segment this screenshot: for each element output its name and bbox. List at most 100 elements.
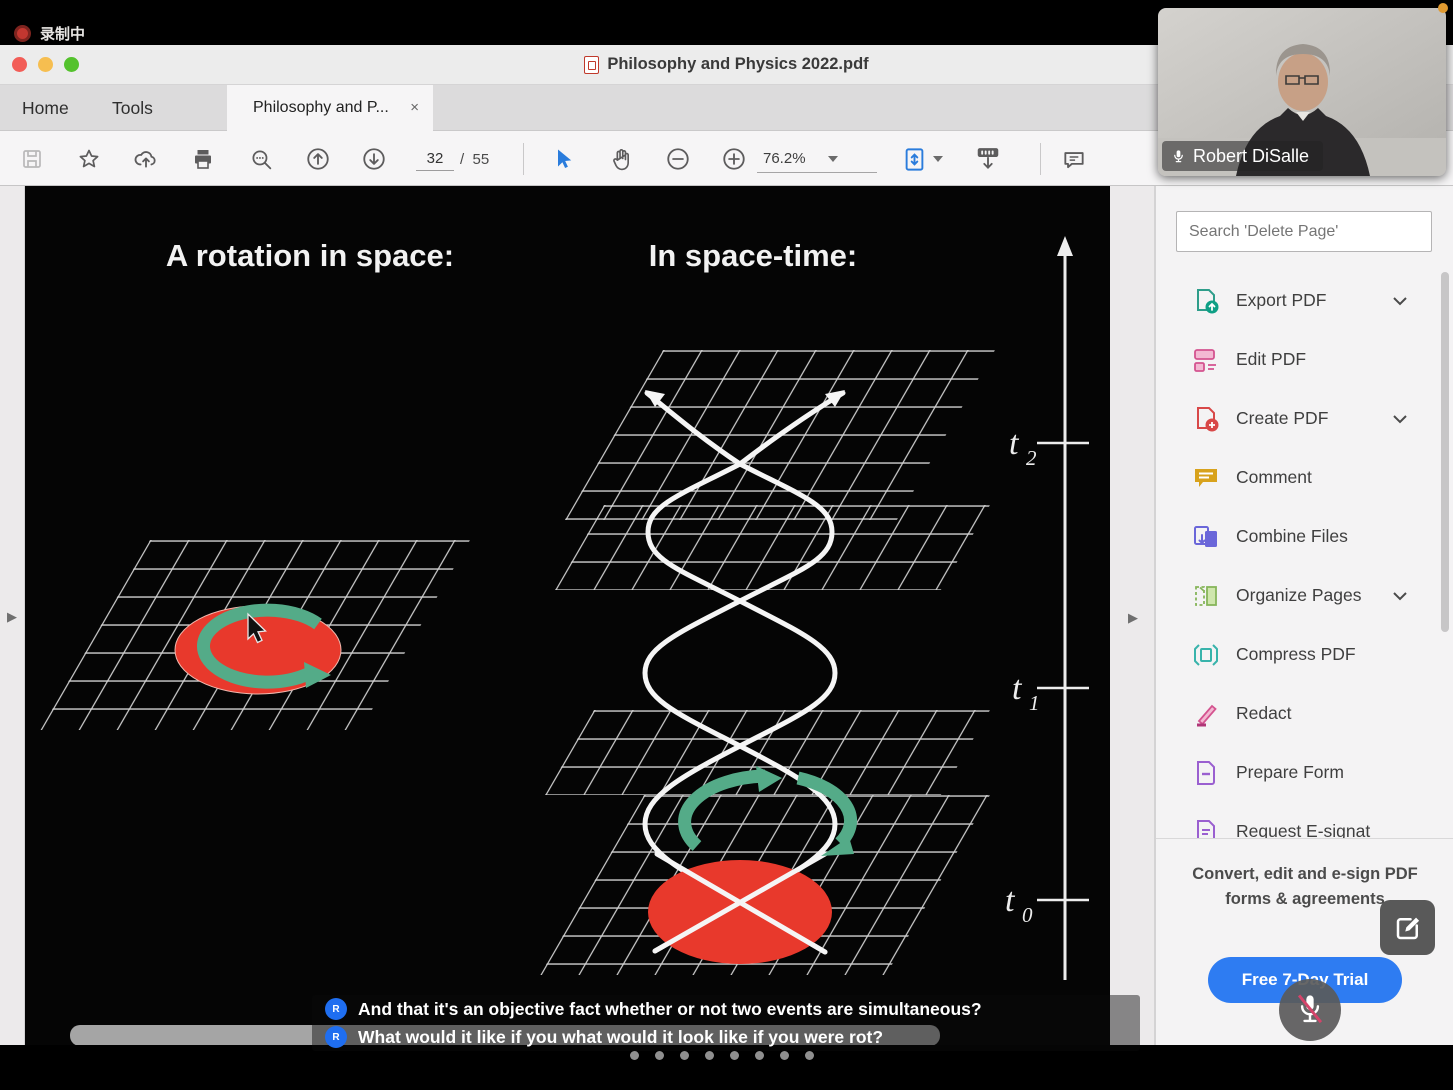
signature-pen-icon	[1396, 917, 1419, 939]
svg-text:1: 1	[1029, 691, 1040, 715]
promo-text-line1: Convert, edit and e-sign PDF	[1192, 865, 1418, 883]
tool-label: Combine Files	[1236, 526, 1348, 546]
save-icon[interactable]	[18, 145, 46, 173]
organize-pages-icon	[1195, 585, 1217, 606]
pagination-dots	[630, 1051, 830, 1060]
tool-prepare-form[interactable]: Prepare Form	[1156, 743, 1453, 802]
acrobat-window: Philosophy and Physics 2022.pdf Home Too…	[0, 45, 1453, 1045]
speaker-avatar: R	[325, 998, 347, 1020]
tool-list: Export PDF Edit PDF Create PDF Comment C…	[1156, 252, 1453, 838]
tool-export-pdf[interactable]: Export PDF	[1156, 271, 1453, 330]
tool-label: Edit PDF	[1236, 349, 1307, 369]
webcam-video[interactable]: Robert DiSalle	[1158, 8, 1446, 176]
pagination-dot[interactable]	[655, 1051, 664, 1060]
redact-icon	[1197, 704, 1217, 726]
window-title: Philosophy and Physics 2022.pdf	[607, 55, 869, 73]
page-up-icon[interactable]	[304, 145, 332, 173]
pagination-dot[interactable]	[630, 1051, 639, 1060]
hand-tool-icon[interactable]	[607, 145, 635, 173]
right-panel-strip: ▶	[1110, 186, 1155, 1045]
caption-line: R And that it's an objective fact whethe…	[312, 995, 1140, 1023]
edit-pdf-icon	[1194, 348, 1216, 372]
tool-label: Export PDF	[1236, 290, 1327, 310]
expand-left-panel-icon[interactable]: ▶	[7, 609, 17, 625]
export-pdf-icon	[1197, 288, 1219, 313]
select-cursor-icon[interactable]	[549, 145, 577, 173]
page-number-input[interactable]	[416, 147, 454, 171]
red-disk-spacetime	[648, 860, 832, 964]
compress-pdf-icon	[1194, 643, 1218, 666]
tool-label: Comment	[1236, 467, 1312, 487]
desktop: 录制中 Philosophy and Physics 2022.pdf Home…	[0, 0, 1453, 1090]
expand-right-panel-icon[interactable]: ▶	[1128, 610, 1138, 626]
chevron-down-icon[interactable]	[933, 156, 943, 162]
toolbar-presets-icon[interactable]	[974, 145, 1002, 173]
svg-text:t: t	[1012, 670, 1023, 707]
svg-text:t: t	[1009, 425, 1020, 462]
tool-organize-pages[interactable]: Organize Pages	[1156, 566, 1453, 625]
tab-close-icon[interactable]: ×	[410, 85, 419, 131]
zoom-out-icon[interactable]	[664, 145, 692, 173]
recording-indicator: 录制中	[14, 23, 85, 44]
page-down-icon[interactable]	[360, 145, 388, 173]
chevron-down-icon	[827, 155, 838, 162]
tab-home[interactable]: Home	[22, 85, 69, 131]
tab-document[interactable]: Philosophy and P... ×	[227, 85, 433, 131]
find-icon[interactable]	[247, 145, 275, 173]
microphone-muted-icon	[1297, 994, 1323, 1024]
slide-title-left: A rotation in space:	[166, 238, 454, 273]
tool-comment[interactable]: Comment	[1156, 448, 1453, 507]
tool-label: Prepare Form	[1236, 762, 1344, 782]
search-input[interactable]	[1176, 211, 1432, 252]
svg-text:t: t	[1005, 882, 1016, 919]
tool-label: Redact	[1236, 703, 1292, 723]
fit-page-icon[interactable]	[900, 145, 928, 173]
pagination-dot[interactable]	[730, 1051, 739, 1060]
caption-line: R What would it like if you what would i…	[312, 1023, 1140, 1051]
pagination-dot[interactable]	[755, 1051, 764, 1060]
axis-label-t1: t 1	[1012, 670, 1040, 715]
tab-tools[interactable]: Tools	[112, 85, 153, 131]
zoom-in-icon[interactable]	[720, 145, 748, 173]
prepare-form-icon	[1197, 760, 1215, 785]
content-area: ▶ A rotation in space: In space-time: t …	[0, 186, 1453, 1045]
comment-bubble-icon[interactable]	[1060, 145, 1088, 173]
tab-document-label: Philosophy and P...	[253, 99, 389, 116]
zoom-level-dropdown[interactable]: 76.2%	[757, 145, 877, 173]
page-total-label: / 55	[460, 151, 490, 168]
svg-text:2: 2	[1026, 446, 1037, 470]
annotate-button[interactable]	[1380, 900, 1435, 955]
tool-redact[interactable]: Redact	[1156, 684, 1453, 743]
pagination-dot[interactable]	[705, 1051, 714, 1060]
zoom-window-button[interactable]	[64, 57, 79, 72]
panel-scrollbar[interactable]	[1441, 272, 1449, 632]
print-icon[interactable]	[189, 145, 217, 173]
close-window-button[interactable]	[12, 57, 27, 72]
tool-create-pdf[interactable]: Create PDF	[1156, 389, 1453, 448]
pagination-dot[interactable]	[805, 1051, 814, 1060]
pdf-page[interactable]: A rotation in space: In space-time: t 2 …	[25, 186, 1110, 1045]
create-pdf-icon	[1197, 406, 1219, 431]
star-icon[interactable]	[75, 145, 103, 173]
svg-text:0: 0	[1022, 903, 1033, 927]
tool-request-esignature[interactable]: Request E-signat	[1156, 802, 1453, 838]
chevron-down-icon[interactable]	[1392, 591, 1408, 601]
zoom-level-value: 76.2%	[763, 150, 806, 167]
tool-combine-files[interactable]: Combine Files	[1156, 507, 1453, 566]
combine-files-icon	[1194, 525, 1217, 547]
participant-nametag: Robert DiSalle	[1162, 141, 1324, 171]
chevron-down-icon[interactable]	[1392, 296, 1408, 306]
caption-text: And that it's an objective fact whether …	[358, 998, 982, 1019]
tool-edit-pdf[interactable]: Edit PDF	[1156, 330, 1453, 389]
tool-label: Create PDF	[1236, 408, 1329, 428]
chevron-down-icon[interactable]	[1392, 414, 1408, 424]
pagination-dot[interactable]	[780, 1051, 789, 1060]
minimize-window-button[interactable]	[38, 57, 53, 72]
grid-plane	[554, 505, 990, 590]
axis-label-t0: t 0	[1005, 882, 1033, 927]
axis-label-t2: t 2	[1009, 425, 1037, 470]
mute-microphone-button[interactable]	[1279, 979, 1341, 1041]
pagination-dot[interactable]	[680, 1051, 689, 1060]
tool-compress-pdf[interactable]: Compress PDF	[1156, 625, 1453, 684]
share-upload-icon[interactable]	[132, 145, 160, 173]
